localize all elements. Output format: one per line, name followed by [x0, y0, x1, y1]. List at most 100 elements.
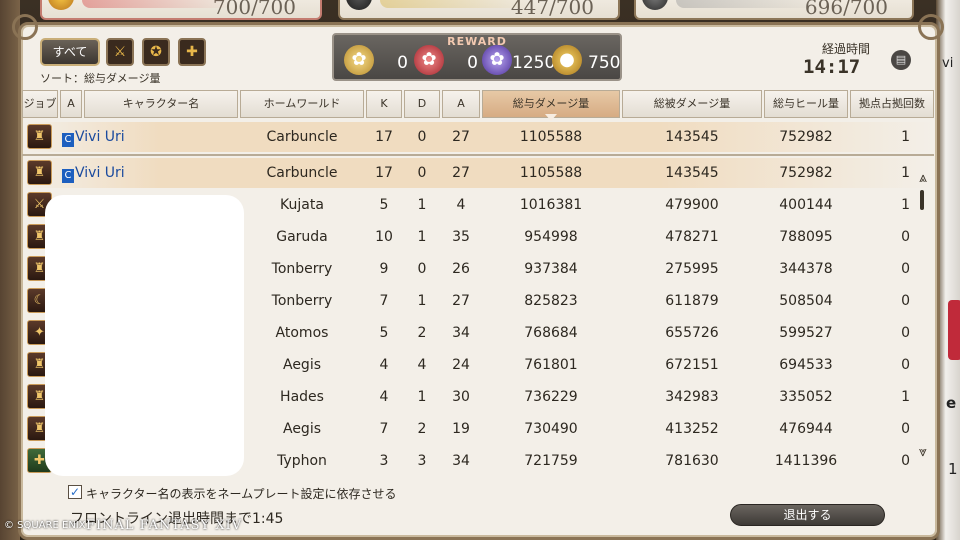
- header-assists[interactable]: A: [442, 90, 480, 118]
- header-a-icon[interactable]: A: [60, 90, 82, 118]
- captures: 0: [901, 453, 910, 469]
- flames-emblem-icon: [642, 0, 668, 10]
- company-tag-icon: C: [62, 133, 74, 147]
- damage-dealt: 825823: [524, 293, 578, 309]
- nameplate-setting-checkbox[interactable]: ✓: [68, 485, 82, 499]
- row-divider: [22, 154, 934, 156]
- exit-button[interactable]: 退出する: [730, 504, 885, 526]
- damage-taken: 672151: [665, 357, 719, 373]
- company-tag-icon: C: [62, 169, 74, 183]
- reward-item: ● 750: [552, 43, 620, 77]
- captures: 0: [901, 261, 910, 277]
- damage-dealt: 736229: [524, 389, 578, 405]
- assists: 27: [452, 129, 470, 145]
- player-name[interactable]: C Vivi Uri: [62, 158, 125, 188]
- damage-taken: 342983: [665, 389, 719, 405]
- kills: 4: [379, 357, 389, 373]
- scroll-up-icon[interactable]: ⩓: [915, 170, 931, 186]
- assists: 35: [452, 229, 470, 245]
- kills: 7: [379, 293, 389, 309]
- damage-taken: 478271: [665, 229, 719, 245]
- healing: 752982: [779, 129, 833, 145]
- assists: 19: [452, 421, 470, 437]
- header-character-name[interactable]: キャラクター名: [84, 90, 238, 118]
- damage-dealt: 954998: [524, 229, 578, 245]
- damage-dealt: 768684: [524, 325, 578, 341]
- tank-role-icon[interactable]: ⚔: [106, 38, 134, 66]
- ranged-role-icon[interactable]: ✚: [178, 38, 206, 66]
- frame-corner-ornament: [918, 14, 944, 40]
- deaths: 1: [417, 229, 427, 245]
- team-score-maelstrom: 700/700: [40, 0, 322, 20]
- assists: 27: [452, 165, 470, 181]
- home-world: Carbuncle: [266, 129, 338, 145]
- background-red-banner: [948, 300, 960, 360]
- kills: 7: [379, 421, 389, 437]
- home-world: Garuda: [276, 229, 328, 245]
- document-icon[interactable]: ▤: [891, 50, 911, 70]
- table-row[interactable]: ♜ C Vivi Uri Carbuncle 17 0 27 1105588 143545 752…: [22, 158, 934, 188]
- header-job[interactable]: ジョブ: [22, 90, 58, 118]
- assists: 24: [452, 357, 470, 373]
- header-damage-taken[interactable]: 総被ダメージ量: [622, 90, 762, 118]
- header-captures[interactable]: 拠点占拠回数: [850, 90, 934, 118]
- captures: 0: [901, 357, 910, 373]
- job-icon: ♜: [27, 160, 52, 185]
- healing: 335052: [779, 389, 833, 405]
- kills: 3: [379, 453, 389, 469]
- elapsed-time-value: 14:17: [803, 56, 861, 78]
- damage-taken: 413252: [665, 421, 719, 437]
- adders-emblem-icon: [346, 0, 372, 10]
- reward-item: ✿ 1250: [482, 43, 555, 77]
- scroll-down-icon[interactable]: ⩔: [915, 444, 931, 460]
- deaths: 1: [417, 293, 427, 309]
- scrollbar-thumb[interactable]: [920, 190, 924, 210]
- reward-item: ✿ 0: [344, 43, 410, 77]
- score-decoration: [676, 0, 826, 8]
- captures: 0: [901, 293, 910, 309]
- melee-role-icon[interactable]: ✪: [142, 38, 170, 66]
- kills: 17: [375, 129, 393, 145]
- home-world: Kujata: [280, 197, 324, 213]
- healing: 476944: [779, 421, 833, 437]
- kills: 17: [375, 165, 393, 181]
- kills: 5: [379, 325, 389, 341]
- team-score-adders: 447/700: [338, 0, 620, 20]
- damage-dealt: 1016381: [519, 197, 583, 213]
- deaths: 3: [417, 453, 427, 469]
- damage-taken: 143545: [665, 129, 719, 145]
- deaths: 1: [417, 389, 427, 405]
- captures: 1: [901, 389, 910, 405]
- captures: 0: [901, 229, 910, 245]
- captures: 1: [901, 129, 910, 145]
- healing: 752982: [779, 165, 833, 181]
- red-medal-icon: ✿: [414, 45, 444, 75]
- healing: 694533: [779, 357, 833, 373]
- healing: 599527: [779, 325, 833, 341]
- damage-taken: 275995: [665, 261, 719, 277]
- home-world: Hades: [280, 389, 324, 405]
- header-home-world[interactable]: ホームワールド: [240, 90, 364, 118]
- home-world: Carbuncle: [266, 165, 338, 181]
- self-row[interactable]: ♜ C Vivi Uri Carbuncle 17 0 27 1105588 14…: [22, 122, 934, 152]
- header-kills[interactable]: K: [366, 90, 402, 118]
- healing: 344378: [779, 261, 833, 277]
- damage-taken: 781630: [665, 453, 719, 469]
- assists: 26: [452, 261, 470, 277]
- filter-all-button[interactable]: すべて: [40, 38, 100, 66]
- header-healing[interactable]: 総与ヒール量: [764, 90, 848, 118]
- healing: 508504: [779, 293, 833, 309]
- maelstrom-emblem-icon: [48, 0, 74, 10]
- player-name[interactable]: C Vivi Uri: [62, 122, 125, 152]
- deaths: 1: [417, 197, 427, 213]
- damage-dealt: 1105588: [519, 165, 583, 181]
- assists: 34: [452, 453, 470, 469]
- home-world: Typhon: [277, 453, 327, 469]
- header-deaths[interactable]: D: [404, 90, 440, 118]
- reward-value: 0: [467, 53, 478, 73]
- home-world: Aegis: [282, 421, 321, 437]
- assists: 34: [452, 325, 470, 341]
- assists: 30: [452, 389, 470, 405]
- home-world: Tonberry: [271, 293, 333, 309]
- deaths: 2: [417, 421, 427, 437]
